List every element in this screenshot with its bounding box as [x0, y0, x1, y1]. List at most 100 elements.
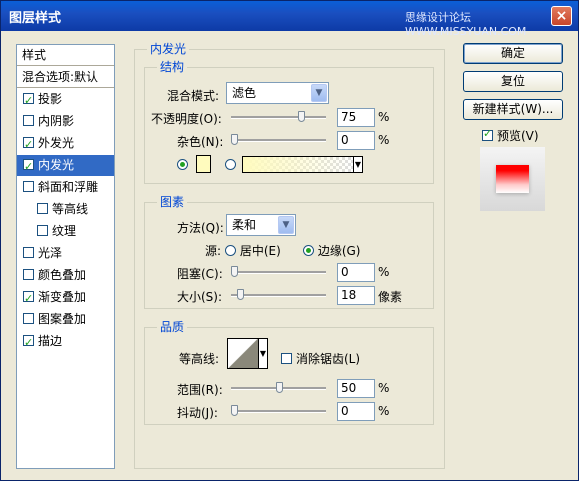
layer-style-dialog: 图层样式 思缘设计论坛 WWW.MISSYUAN.COM × 样式 混合选项:默… — [0, 0, 579, 481]
chevron-down-icon: ▼ — [278, 216, 294, 234]
style-item-label: 等高线 — [52, 202, 89, 216]
style-item[interactable]: 内发光 — [17, 155, 114, 177]
opacity-slider[interactable] — [231, 110, 326, 124]
range-input[interactable]: 50 — [337, 379, 375, 398]
choke-slider[interactable] — [231, 265, 326, 279]
jitter-slider[interactable] — [231, 404, 326, 418]
preview-option[interactable]: 预览(V) — [482, 127, 539, 144]
opacity-label: 不透明度(O): — [151, 112, 222, 126]
glow-color-swatch[interactable] — [196, 155, 211, 173]
range-label: 范围(R): — [177, 383, 223, 397]
style-item-checkbox[interactable] — [23, 313, 34, 324]
preview-checkbox[interactable] — [482, 127, 493, 141]
contour-picker[interactable] — [227, 338, 259, 369]
range-slider[interactable] — [231, 381, 326, 395]
source-edge-radio[interactable] — [303, 245, 314, 256]
style-item-checkbox[interactable] — [23, 90, 34, 111]
solid-color-radio[interactable] — [177, 159, 188, 170]
gradient-radio[interactable] — [225, 159, 236, 170]
reset-button[interactable]: 复位 — [463, 71, 563, 92]
anti-alias-option[interactable]: 消除锯齿(L) — [281, 350, 360, 367]
style-item[interactable]: 颜色叠加 — [17, 265, 114, 286]
style-item-label: 斜面和浮雕 — [38, 180, 99, 194]
inner-glow-title: 内发光 — [147, 40, 190, 57]
noise-label: 杂色(N): — [177, 135, 224, 149]
style-item-label: 外发光 — [38, 136, 75, 150]
style-item[interactable]: 描边 — [17, 331, 114, 353]
size-slider[interactable] — [231, 288, 326, 302]
source-center-radio[interactable] — [225, 245, 236, 256]
close-button[interactable]: × — [551, 6, 572, 26]
opacity-unit: % — [378, 110, 390, 124]
jitter-input[interactable]: 0 — [337, 402, 375, 421]
style-item[interactable]: 光泽 — [17, 243, 114, 264]
blending-options-item[interactable]: 混合选项:默认 — [17, 67, 114, 88]
style-item-label: 颜色叠加 — [38, 268, 87, 282]
style-item-checkbox[interactable] — [23, 181, 34, 192]
slider-thumb[interactable] — [297, 111, 305, 122]
styles-list: 样式 混合选项:默认 投影内阴影外发光内发光斜面和浮雕等高线纹理光泽颜色叠加渐变… — [16, 44, 115, 469]
style-item-checkbox[interactable] — [23, 288, 34, 309]
noise-input[interactable]: 0 — [337, 131, 375, 150]
style-item-checkbox[interactable] — [23, 115, 34, 126]
style-item[interactable]: 外发光 — [17, 133, 114, 155]
choke-input[interactable]: 0 — [337, 263, 375, 282]
noise-slider[interactable] — [231, 133, 326, 147]
blend-mode-value: 滤色 — [232, 86, 257, 100]
style-item-checkbox[interactable] — [23, 156, 34, 177]
choke-label: 阻塞(C): — [177, 267, 223, 281]
source-center-label: 居中(E) — [239, 244, 281, 258]
choke-unit: % — [378, 265, 390, 279]
anti-alias-checkbox[interactable] — [281, 353, 292, 364]
style-item[interactable]: 渐变叠加 — [17, 287, 114, 309]
size-input[interactable]: 18 — [337, 286, 375, 305]
style-item-checkbox[interactable] — [23, 269, 34, 280]
style-item-checkbox[interactable] — [23, 134, 34, 155]
styles-list-header[interactable]: 样式 — [17, 45, 114, 66]
opacity-input[interactable]: 75 — [337, 108, 375, 127]
style-item[interactable]: 内阴影 — [17, 111, 114, 132]
style-item-label: 图案叠加 — [38, 312, 87, 326]
close-icon: × — [555, 8, 568, 24]
style-item-label: 内发光 — [38, 158, 75, 172]
style-item[interactable]: 图案叠加 — [17, 309, 114, 330]
style-item-label: 渐变叠加 — [38, 290, 87, 304]
slider-thumb[interactable] — [275, 382, 283, 393]
chevron-down-icon: ▼ — [311, 84, 327, 102]
style-item-checkbox[interactable] — [37, 225, 48, 236]
slider-thumb[interactable] — [231, 134, 238, 145]
slider-track — [231, 271, 326, 274]
style-item[interactable]: 纹理 — [17, 221, 114, 242]
gradient-dropdown[interactable]: ▼ — [353, 156, 363, 173]
technique-select[interactable]: 柔和 ▼ — [226, 214, 296, 236]
gradient-swatch[interactable] — [242, 156, 354, 173]
style-item-checkbox[interactable] — [23, 332, 34, 353]
source-label: 源: — [205, 244, 222, 258]
style-item[interactable]: 投影 — [17, 89, 114, 111]
quality-title: 品质 — [157, 318, 188, 335]
anti-alias-label: 消除锯齿(L) — [296, 352, 361, 366]
style-item[interactable]: 等高线 — [17, 199, 114, 220]
style-item-label: 描边 — [38, 334, 63, 348]
title-bar[interactable]: 图层样式 思缘设计论坛 WWW.MISSYUAN.COM × — [1, 1, 578, 38]
source-edge-option[interactable]: 边缘(G) — [303, 242, 361, 259]
slider-thumb[interactable] — [237, 289, 245, 300]
contour-dropdown[interactable]: ▼ — [258, 338, 268, 369]
ok-button[interactable]: 确定 — [463, 43, 563, 64]
style-item-label: 光泽 — [38, 246, 63, 260]
style-item-checkbox[interactable] — [37, 203, 48, 214]
blend-mode-select[interactable]: 滤色 ▼ — [226, 82, 329, 104]
blend-mode-label: 混合模式: — [167, 89, 220, 103]
style-item-label: 内阴影 — [38, 114, 75, 128]
slider-thumb[interactable] — [231, 266, 238, 277]
preview-label: 预览(V) — [497, 129, 539, 143]
slider-track — [231, 410, 326, 413]
slider-thumb[interactable] — [231, 405, 238, 416]
style-item[interactable]: 斜面和浮雕 — [17, 177, 114, 198]
style-item-label: 纹理 — [52, 224, 77, 238]
preview-thumbnail — [480, 147, 545, 211]
style-item-checkbox[interactable] — [23, 247, 34, 258]
slider-track — [231, 139, 326, 142]
source-center-option[interactable]: 居中(E) — [225, 242, 281, 259]
new-style-button[interactable]: 新建样式(W)... — [463, 99, 563, 120]
